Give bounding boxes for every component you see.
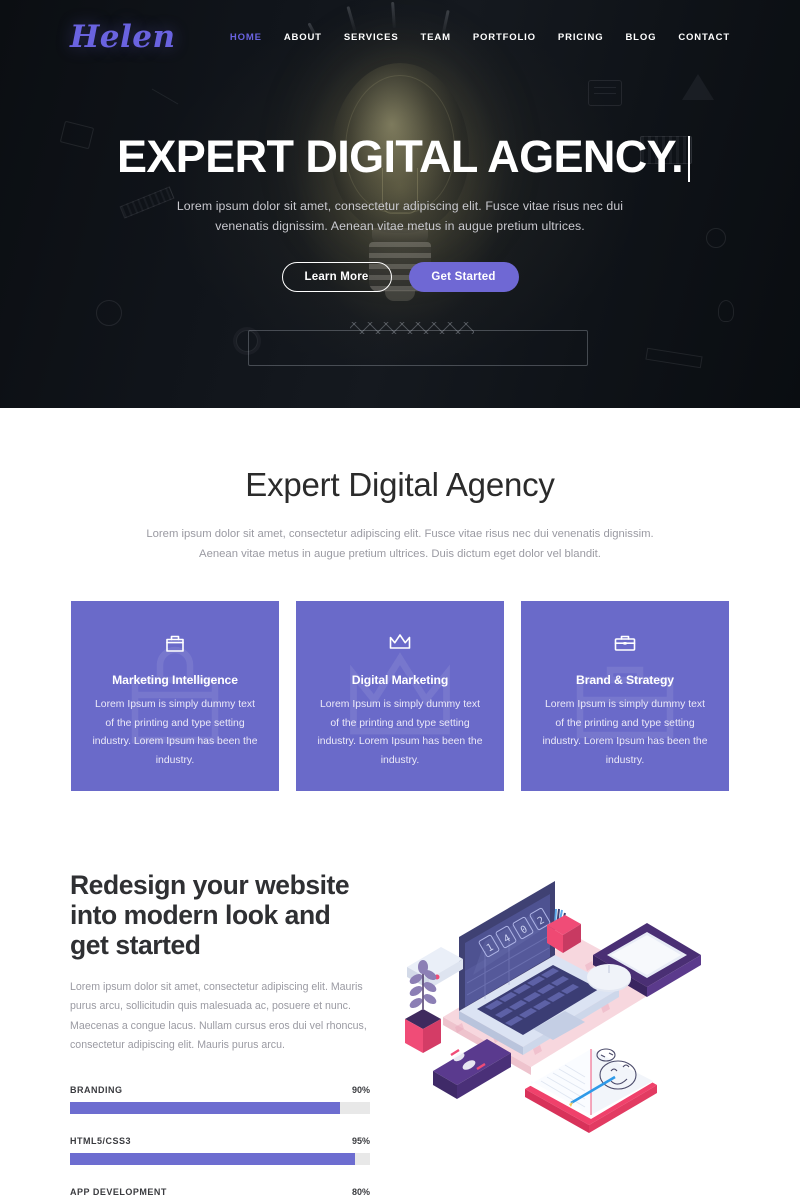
- hero-buttons: Learn More Get Started: [0, 261, 800, 292]
- services-section: Expert Digital Agency Lorem ipsum dolor …: [0, 408, 800, 792]
- redesign-illustration-column: 1 4 0 2: [370, 849, 730, 1159]
- nav-item-services[interactable]: SERVICES: [344, 32, 399, 43]
- nav-item-about[interactable]: ABOUT: [284, 32, 322, 43]
- service-card-brand-strategy[interactable]: Brand & Strategy Lorem Ipsum is simply d…: [521, 601, 729, 792]
- isometric-desk-illustration: 1 4 0 2: [405, 881, 701, 1134]
- doodle-small-bulb-icon: [718, 300, 734, 322]
- services-subtitle: Lorem ipsum dolor sit amet, consectetur …: [146, 528, 654, 561]
- crown-icon: [389, 634, 411, 649]
- card-text: Lorem Ipsum is simply dummy text of the …: [317, 699, 483, 766]
- skill-header: BRANDING 90%: [70, 1085, 370, 1095]
- hero-subtitle: Lorem ipsum dolor sit amet, consectetur …: [176, 199, 624, 233]
- redesign-section: Redesign your website into modern look a…: [0, 849, 800, 1200]
- card-title: Brand & Strategy: [576, 673, 674, 688]
- nav-item-home[interactable]: HOME: [230, 32, 262, 43]
- shopping-bag-icon: [166, 635, 184, 652]
- card-icon-wrap: [91, 631, 259, 655]
- service-card-digital-marketing[interactable]: Digital Marketing Lorem Ipsum is simply …: [296, 601, 504, 792]
- skill-percent: 95%: [351, 1136, 370, 1147]
- get-started-button[interactable]: Get Started: [408, 261, 519, 292]
- main-navbar: Helen HOME ABOUT SERVICES TEAM PORTFOLIO…: [0, 0, 800, 60]
- service-cards: Marketing Intelligence Lorem Ipsum is si…: [0, 601, 800, 792]
- skill-bars: BRANDING 90% HTML5/CSS3 95% APP DEVELOPM…: [70, 1085, 370, 1200]
- skill-label: APP DEVELOPMENT: [70, 1187, 167, 1198]
- card-title: Marketing Intelligence: [112, 673, 238, 688]
- skill-percent: 90%: [351, 1085, 370, 1096]
- skill-track: [70, 1102, 370, 1115]
- services-title: Expert Digital Agency: [245, 466, 555, 503]
- redesign-paragraph: Lorem ipsum dolor sit amet, consectetur …: [70, 981, 367, 1051]
- hero-title: EXPERT DIGITAL AGENCY.: [116, 131, 691, 182]
- card-title: Digital Marketing: [351, 673, 449, 688]
- site-logo[interactable]: Helen: [70, 21, 176, 53]
- briefcase-icon: [614, 635, 636, 651]
- doodle-circle-icon: [96, 300, 122, 326]
- nav-item-pricing[interactable]: PRICING: [558, 32, 604, 43]
- redesign-title: Redesign your website into modern look a…: [70, 870, 350, 960]
- chalk-rectangle-sketch: [248, 330, 588, 366]
- card-icon-wrap: [316, 631, 484, 655]
- skill-header: APP DEVELOPMENT 80%: [70, 1187, 370, 1197]
- learn-more-button[interactable]: Learn More: [281, 261, 392, 292]
- card-icon-wrap: [541, 631, 709, 655]
- skill-app-development: APP DEVELOPMENT 80%: [70, 1187, 370, 1200]
- hero-content: EXPERT DIGITAL AGENCY. Lorem ipsum dolor…: [0, 60, 800, 292]
- nav-item-team[interactable]: TEAM: [421, 32, 451, 43]
- card-text: Lorem Ipsum is simply dummy text of the …: [92, 699, 258, 766]
- hero-section: Helen HOME ABOUT SERVICES TEAM PORTFOLIO…: [0, 0, 800, 408]
- skill-fill: [70, 1153, 355, 1166]
- service-card-marketing-intelligence[interactable]: Marketing Intelligence Lorem Ipsum is si…: [71, 601, 279, 792]
- skill-track: [70, 1153, 370, 1166]
- card-text: Lorem Ipsum is simply dummy text of the …: [542, 699, 708, 766]
- nav-item-contact[interactable]: CONTACT: [678, 32, 730, 43]
- skill-html5-css3: HTML5/CSS3 95%: [70, 1136, 370, 1166]
- skill-header: HTML5/CSS3 95%: [70, 1136, 370, 1146]
- nav-item-blog[interactable]: BLOG: [625, 32, 656, 43]
- skill-label: BRANDING: [70, 1085, 123, 1096]
- nav-item-portfolio[interactable]: PORTFOLIO: [473, 32, 536, 43]
- skill-fill: [70, 1102, 340, 1115]
- skill-label: HTML5/CSS3: [70, 1136, 132, 1147]
- nav-links: HOME ABOUT SERVICES TEAM PORTFOLIO PRICI…: [230, 32, 730, 43]
- redesign-text-column: Redesign your website into modern look a…: [70, 849, 370, 1200]
- skill-branding: BRANDING 90%: [70, 1085, 370, 1115]
- chalk-zigzag-sketch: [350, 322, 474, 334]
- skill-percent: 80%: [351, 1187, 370, 1198]
